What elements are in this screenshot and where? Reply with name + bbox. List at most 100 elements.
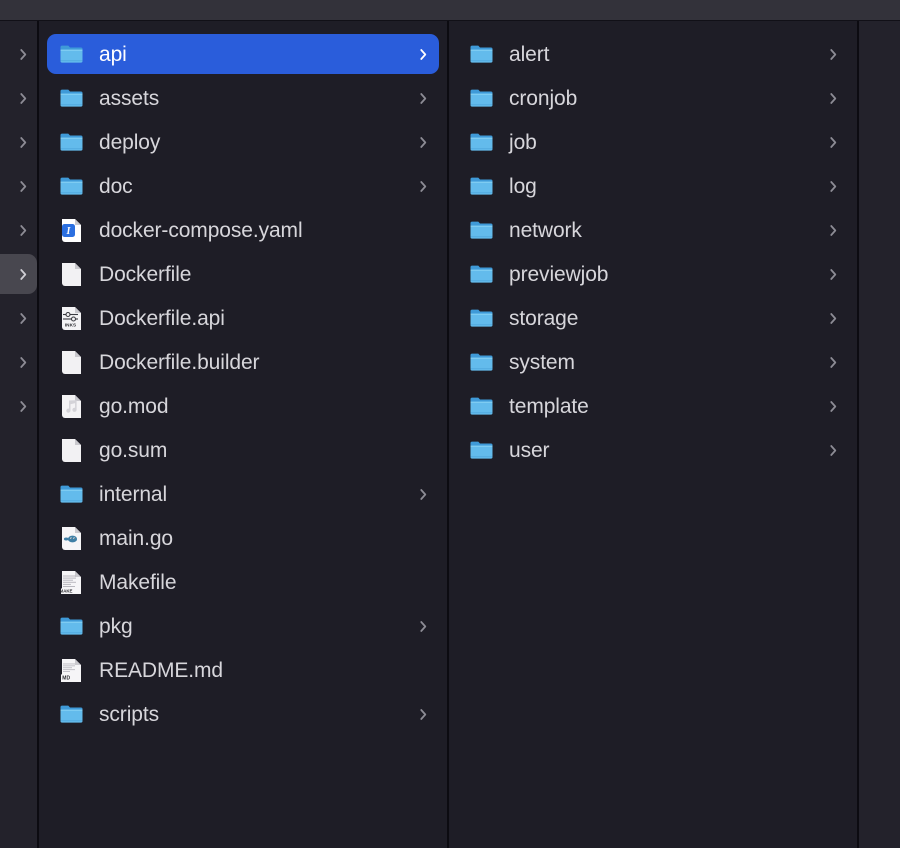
list-item-dockerfile[interactable]: Dockerfile [47,254,439,294]
list-item-go-mod[interactable]: go.mod [47,386,439,426]
chevron-right-icon [828,442,838,458]
window-titlebar [0,0,900,21]
list-item-label: cronjob [509,86,578,110]
column-project-root[interactable]: api assets deploy doc I docker-compose.y… [39,21,447,848]
column-api-contents-list: alert cronjob job log network previewjob… [449,21,857,470]
list-item-log[interactable]: log [457,166,849,206]
svg-text:MD: MD [62,675,70,681]
list-item-assets[interactable]: assets [47,78,439,118]
list-item-cronjob[interactable]: cronjob [457,78,849,118]
folder-icon [469,130,494,155]
list-item[interactable] [0,342,37,382]
list-item-makefile[interactable]: MAKE Makefile [47,562,439,602]
folder-icon [469,350,494,375]
list-item-label: README.md [99,658,223,682]
column-ancestor-partial[interactable] [0,21,37,848]
list-item-label: Dockerfile.builder [99,350,260,374]
list-item-label: go.sum [99,438,168,462]
list-item[interactable] [0,166,37,206]
chevron-right-icon [828,46,838,62]
list-item-label: scripts [99,702,159,726]
music-file-icon [59,394,84,419]
list-item[interactable] [0,386,37,426]
folder-icon [469,86,494,111]
folder-icon [59,86,84,111]
folder-icon [59,614,84,639]
svg-text:INKS: INKS [65,322,76,327]
column-preview-list [859,21,900,34]
list-item-template[interactable]: template [457,386,849,426]
list-item[interactable] [0,254,37,294]
folder-icon [469,262,494,287]
list-item-label: system [509,350,575,374]
chevron-right-icon [418,178,428,194]
list-item-dockerfile-builder[interactable]: Dockerfile.builder [47,342,439,382]
chevron-right-icon [18,178,28,194]
list-item[interactable] [0,78,37,118]
list-item-readme-md[interactable]: MD README.md [47,650,439,690]
list-item-label: go.mod [99,394,169,418]
list-item-label: storage [509,306,579,330]
chevron-right-icon [18,354,28,370]
list-item-label: log [509,174,537,198]
list-item-system[interactable]: system [457,342,849,382]
blank-document-icon [59,438,84,463]
chevron-right-icon [418,134,428,150]
list-item-alert[interactable]: alert [457,34,849,74]
list-item-main-go[interactable]: main.go [47,518,439,558]
list-item-doc[interactable]: doc [47,166,439,206]
list-item-docker-compose-yaml[interactable]: Idocker-compose.yaml [47,210,439,250]
list-item[interactable] [0,210,37,250]
list-item-go-sum[interactable]: go.sum [47,430,439,470]
list-item-label: previewjob [509,262,609,286]
chevron-right-icon [18,46,28,62]
chevron-right-icon [828,134,838,150]
list-item-internal[interactable]: internal [47,474,439,514]
chevron-right-icon [828,354,838,370]
svg-text:MAKE: MAKE [60,588,73,593]
list-item-deploy[interactable]: deploy [47,122,439,162]
list-item-dockerfile-api[interactable]: INKS Dockerfile.api [47,298,439,338]
chevron-right-icon [18,134,28,150]
folder-icon [59,482,84,507]
list-item-label: job [509,130,537,154]
chevron-right-icon [18,398,28,414]
column-preview-partial[interactable] [859,21,900,848]
list-item[interactable] [0,34,37,74]
column-view-container: api assets deploy doc I docker-compose.y… [0,21,900,848]
list-item-pkg[interactable]: pkg [47,606,439,646]
chevron-right-icon [828,178,838,194]
folder-icon [469,218,494,243]
list-item-label: internal [99,482,168,506]
list-item-label: docker-compose.yaml [99,218,303,242]
chevron-right-icon [418,706,428,722]
list-item-network[interactable]: network [457,210,849,250]
list-item-label: doc [99,174,133,198]
list-item-scripts[interactable]: scripts [47,694,439,734]
list-item-storage[interactable]: storage [457,298,849,338]
chevron-right-icon [18,90,28,106]
list-item-api[interactable]: api [47,34,439,74]
list-item-label: assets [99,86,160,110]
list-item-label: Makefile [99,570,177,594]
chevron-right-icon [18,222,28,238]
list-item[interactable] [0,122,37,162]
markdown-file-icon: MD [59,658,84,683]
list-item-label: pkg [99,614,133,638]
list-item-label: Dockerfile.api [99,306,225,330]
yaml-file-icon: I [59,218,84,243]
folder-icon [59,130,84,155]
list-item-label: api [99,42,127,66]
column-api-contents[interactable]: alert cronjob job log network previewjob… [449,21,857,848]
folder-icon [469,42,494,67]
blank-document-icon [59,262,84,287]
chevron-right-icon [828,90,838,106]
list-item[interactable] [0,298,37,338]
blank-document-icon [59,350,84,375]
chevron-right-icon [418,486,428,502]
list-item-user[interactable]: user [457,430,849,470]
chevron-right-icon [18,310,28,326]
list-item-previewjob[interactable]: previewjob [457,254,849,294]
chevron-right-icon [418,46,428,62]
list-item-job[interactable]: job [457,122,849,162]
